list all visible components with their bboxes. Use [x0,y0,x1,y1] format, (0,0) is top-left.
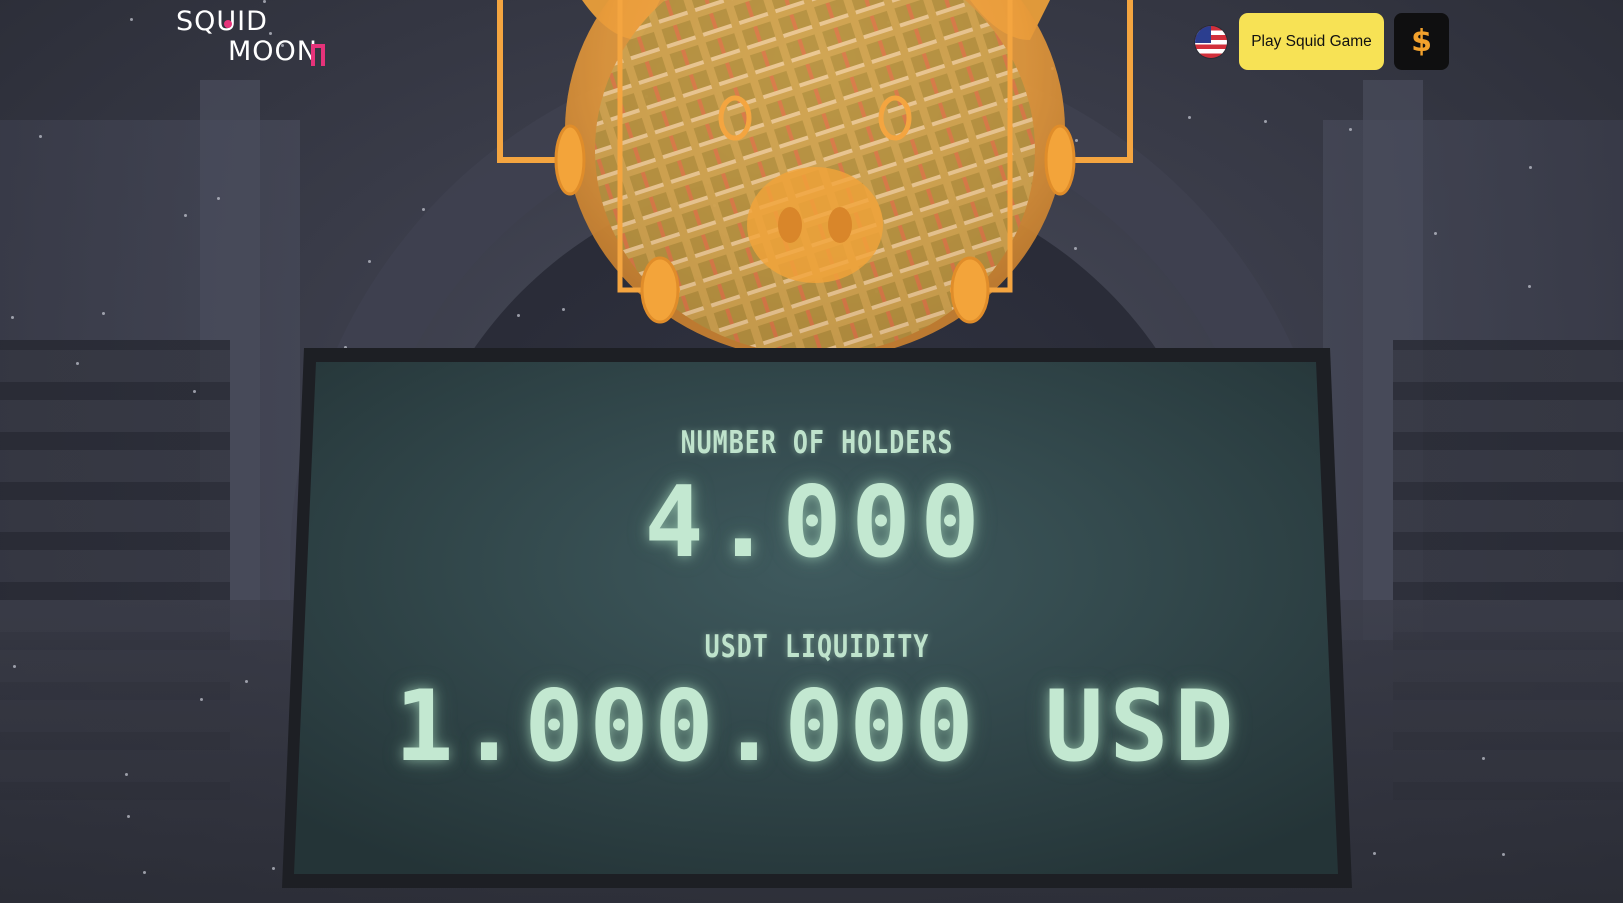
snow-particle [1373,852,1376,855]
snow-particle [193,390,196,393]
snow-particle [1434,232,1437,235]
snow-particle [76,362,79,365]
snow-particle [1482,757,1485,760]
scoreboard-content: NUMBER OF HOLDERS 4.000 USDT LIQUIDITY 1… [282,348,1352,888]
snow-particle [1529,166,1532,169]
piggy-bank-illustration [497,0,1133,360]
snow-particle [245,680,248,683]
snow-particle [368,260,371,263]
logo-text-top: SQUID [176,6,268,37]
buy-button[interactable]: $ [1394,13,1449,70]
stats-scoreboard: NUMBER OF HOLDERS 4.000 USDT LIQUIDITY 1… [282,348,1352,888]
snow-particle [263,0,266,3]
snow-particle [143,871,146,874]
liquidity-label: USDT LIQUIDITY [704,628,930,665]
hero-section: SQUID MOON Play Squid Game $ NUMBER OF H… [0,0,1623,903]
snow-particle [130,18,133,21]
us-flag-icon[interactable] [1195,26,1227,58]
snow-particle [1502,853,1505,856]
snow-particle [102,312,105,315]
logo-accent-dot [224,20,232,28]
snow-particle [125,773,128,776]
snow-particle [1528,285,1531,288]
dollar-sign-icon: $ [1411,24,1432,59]
site-logo[interactable]: SQUID MOON [176,6,336,76]
snow-particle [13,665,16,668]
snow-particle [272,867,275,870]
flag-canton [1195,26,1211,43]
snow-particle [422,208,425,211]
snow-particle [1264,120,1267,123]
logo-text-bottom: MOON [228,36,318,67]
snow-particle [127,815,130,818]
snow-particle [39,135,42,138]
snow-particle [184,214,187,217]
holders-label: NUMBER OF HOLDERS [680,424,954,461]
snow-particle [1188,116,1191,119]
snow-particle [200,698,203,701]
play-squid-game-button[interactable]: Play Squid Game [1239,13,1384,70]
snow-particle [1349,128,1352,131]
snow-particle [11,316,14,319]
snow-particle [217,197,220,200]
holders-value: 4.000 [644,466,990,580]
logo-accent-mark [311,44,325,66]
liquidity-value: 1.000.000 USD [394,670,1240,784]
